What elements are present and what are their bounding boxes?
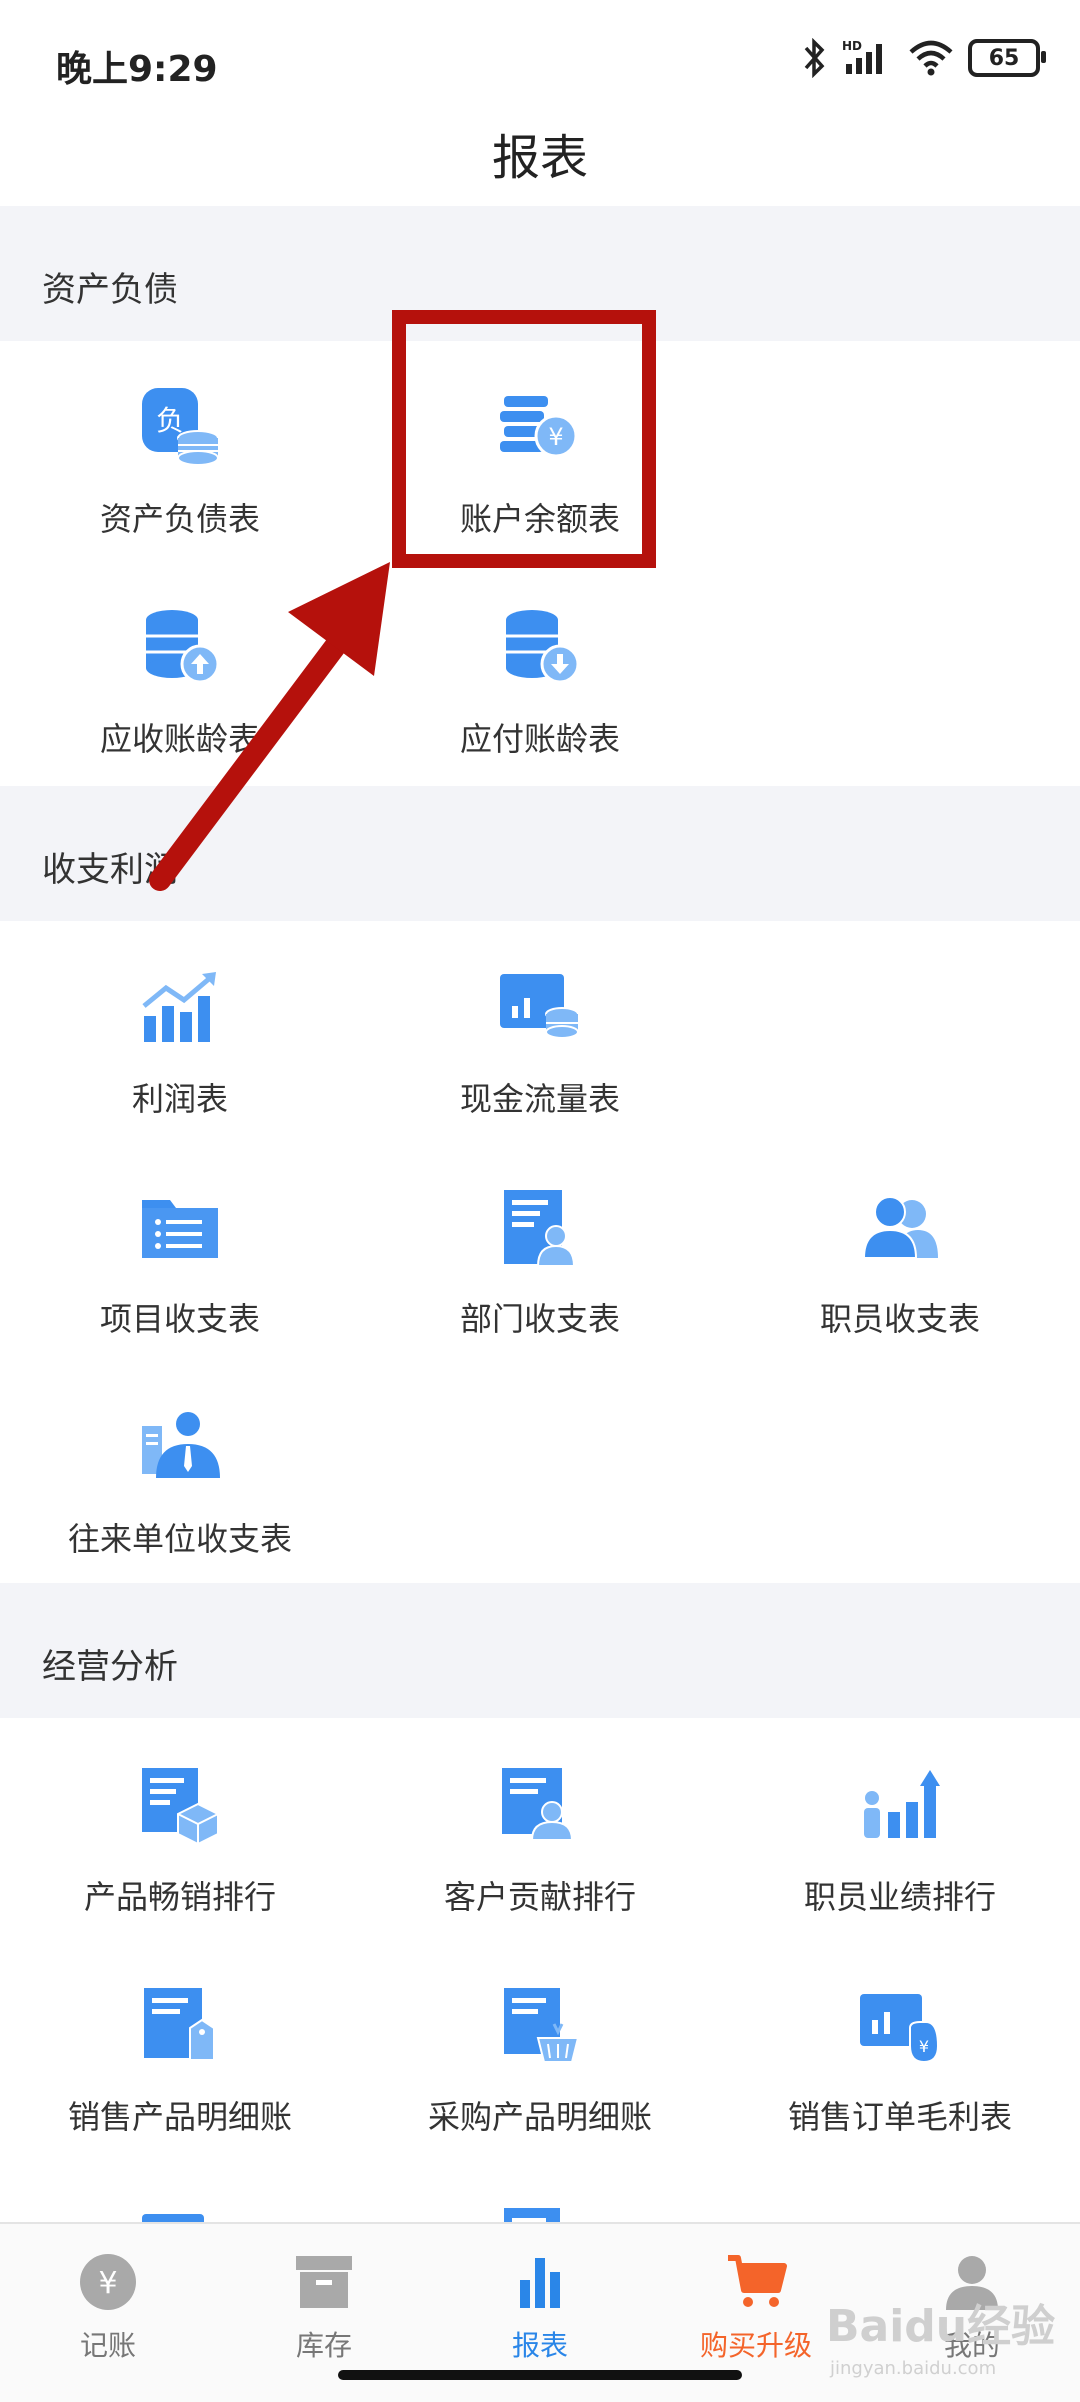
report-payable-aging[interactable]: 应付账龄表: [360, 560, 720, 770]
report-gross-profit[interactable]: ¥ 销售订单毛利表: [720, 1938, 1080, 2148]
cart-icon: [728, 2255, 787, 2307]
inventory-box-icon: [296, 2256, 352, 2308]
report-label: 销售订单毛利表: [787, 2098, 1012, 2136]
report-label: 利润表: [131, 1080, 228, 1118]
report-balance-sheet[interactable]: 负 资产负债表: [0, 340, 360, 550]
section-title-profit: 收支利润: [42, 850, 178, 890]
receivable-up-icon: [146, 610, 220, 684]
report-label: 销售产品明细账: [67, 2098, 292, 2136]
report-product-ranking[interactable]: 产品畅销排行: [0, 1718, 360, 1928]
department-doc-icon: [504, 1190, 576, 1267]
report-project-income[interactable]: 项目收支表: [0, 1140, 360, 1350]
partner-person-icon: [142, 1412, 220, 1478]
section-title-analysis: 经营分析: [42, 1647, 178, 1687]
page-header: 报表: [0, 100, 1080, 205]
home-indicator[interactable]: [338, 2370, 742, 2380]
report-label: 采购产品明细账: [427, 2098, 652, 2136]
report-staff-income[interactable]: 职员收支表: [720, 1140, 1080, 1350]
customer-doc-icon: [502, 1768, 574, 1841]
tab-bookkeeping[interactable]: ¥ 记账: [0, 2234, 216, 2374]
status-time: 晚上9:29: [56, 49, 218, 90]
staff-users-icon: [862, 1196, 938, 1259]
svg-text:负: 负: [156, 404, 184, 437]
report-label: 部门收支表: [459, 1300, 620, 1338]
liability-coins-icon: 负: [142, 388, 219, 466]
staff-performance-icon: [864, 1770, 940, 1838]
report-label: 客户贡献排行: [443, 1878, 636, 1916]
page-title: 报表: [491, 129, 588, 186]
tab-label: 报表: [511, 2329, 568, 2362]
tab-reports[interactable]: 报表: [432, 2234, 648, 2374]
report-partner-income[interactable]: 往来单位收支表: [0, 1360, 360, 1570]
tab-inventory[interactable]: 库存: [216, 2234, 432, 2374]
section-header-analysis: 经营分析: [0, 1583, 1080, 1718]
status-icons: HD 65: [802, 38, 1046, 78]
bluetooth-icon: [804, 38, 825, 78]
report-bars-icon: [520, 2258, 560, 2308]
report-department-income[interactable]: 部门收支表: [360, 1140, 720, 1350]
report-label: 产品畅销排行: [83, 1878, 276, 1916]
report-label: 资产负债表: [99, 500, 260, 538]
report-staff-performance[interactable]: 职员业绩排行: [720, 1718, 1080, 1928]
sales-tag-icon: [144, 1988, 215, 2061]
watermark-url: jingyan.baidu.com: [830, 2358, 997, 2379]
cashflow-icon: [500, 974, 579, 1039]
battery-level: 65: [988, 45, 1020, 71]
product-box-icon: [142, 1768, 219, 1846]
watermark: Baidu经验: [826, 2301, 1056, 2352]
wifi-icon: [909, 40, 953, 76]
report-label: 项目收支表: [99, 1300, 260, 1338]
report-cashflow[interactable]: 现金流量表: [360, 920, 720, 1130]
report-receivable-aging[interactable]: 应收账龄表: [0, 560, 360, 770]
highlight-box: [392, 310, 656, 568]
report-label: 现金流量表: [459, 1080, 620, 1118]
report-purchase-detail[interactable]: 采购产品明细账: [360, 1938, 720, 2148]
profit-chart-icon: [142, 972, 216, 1042]
purchase-basket-icon: [504, 1988, 580, 2063]
report-label: 应付账龄表: [459, 720, 620, 758]
section-title-assets: 资产负债: [42, 270, 178, 310]
signal-icon: HD: [842, 39, 882, 74]
gross-profit-icon: ¥: [860, 1994, 940, 2064]
report-profit[interactable]: 利润表: [0, 920, 360, 1130]
project-folder-icon: [142, 1200, 218, 1258]
yuan-circle-icon: ¥: [80, 2254, 136, 2310]
svg-text:¥: ¥: [919, 2037, 929, 2056]
tab-label: 购买升级: [699, 2329, 812, 2362]
report-label: 应收账龄表: [99, 720, 260, 758]
report-customer-ranking[interactable]: 客户贡献排行: [360, 1718, 720, 1928]
report-sales-detail[interactable]: 销售产品明细账: [0, 1938, 360, 2148]
svg-text:¥: ¥: [98, 2266, 117, 2301]
report-label: 职员业绩排行: [803, 1878, 996, 1916]
payable-down-icon: [506, 610, 580, 684]
battery-indicator: 65: [968, 39, 1046, 77]
tab-label: 记账: [79, 2329, 136, 2362]
report-label: 职员收支表: [819, 1300, 980, 1338]
report-label: 往来单位收支表: [67, 1520, 292, 1558]
network-label: HD: [842, 39, 862, 53]
tab-label: 库存: [295, 2329, 352, 2362]
section-header-profit: 收支利润: [0, 786, 1080, 921]
